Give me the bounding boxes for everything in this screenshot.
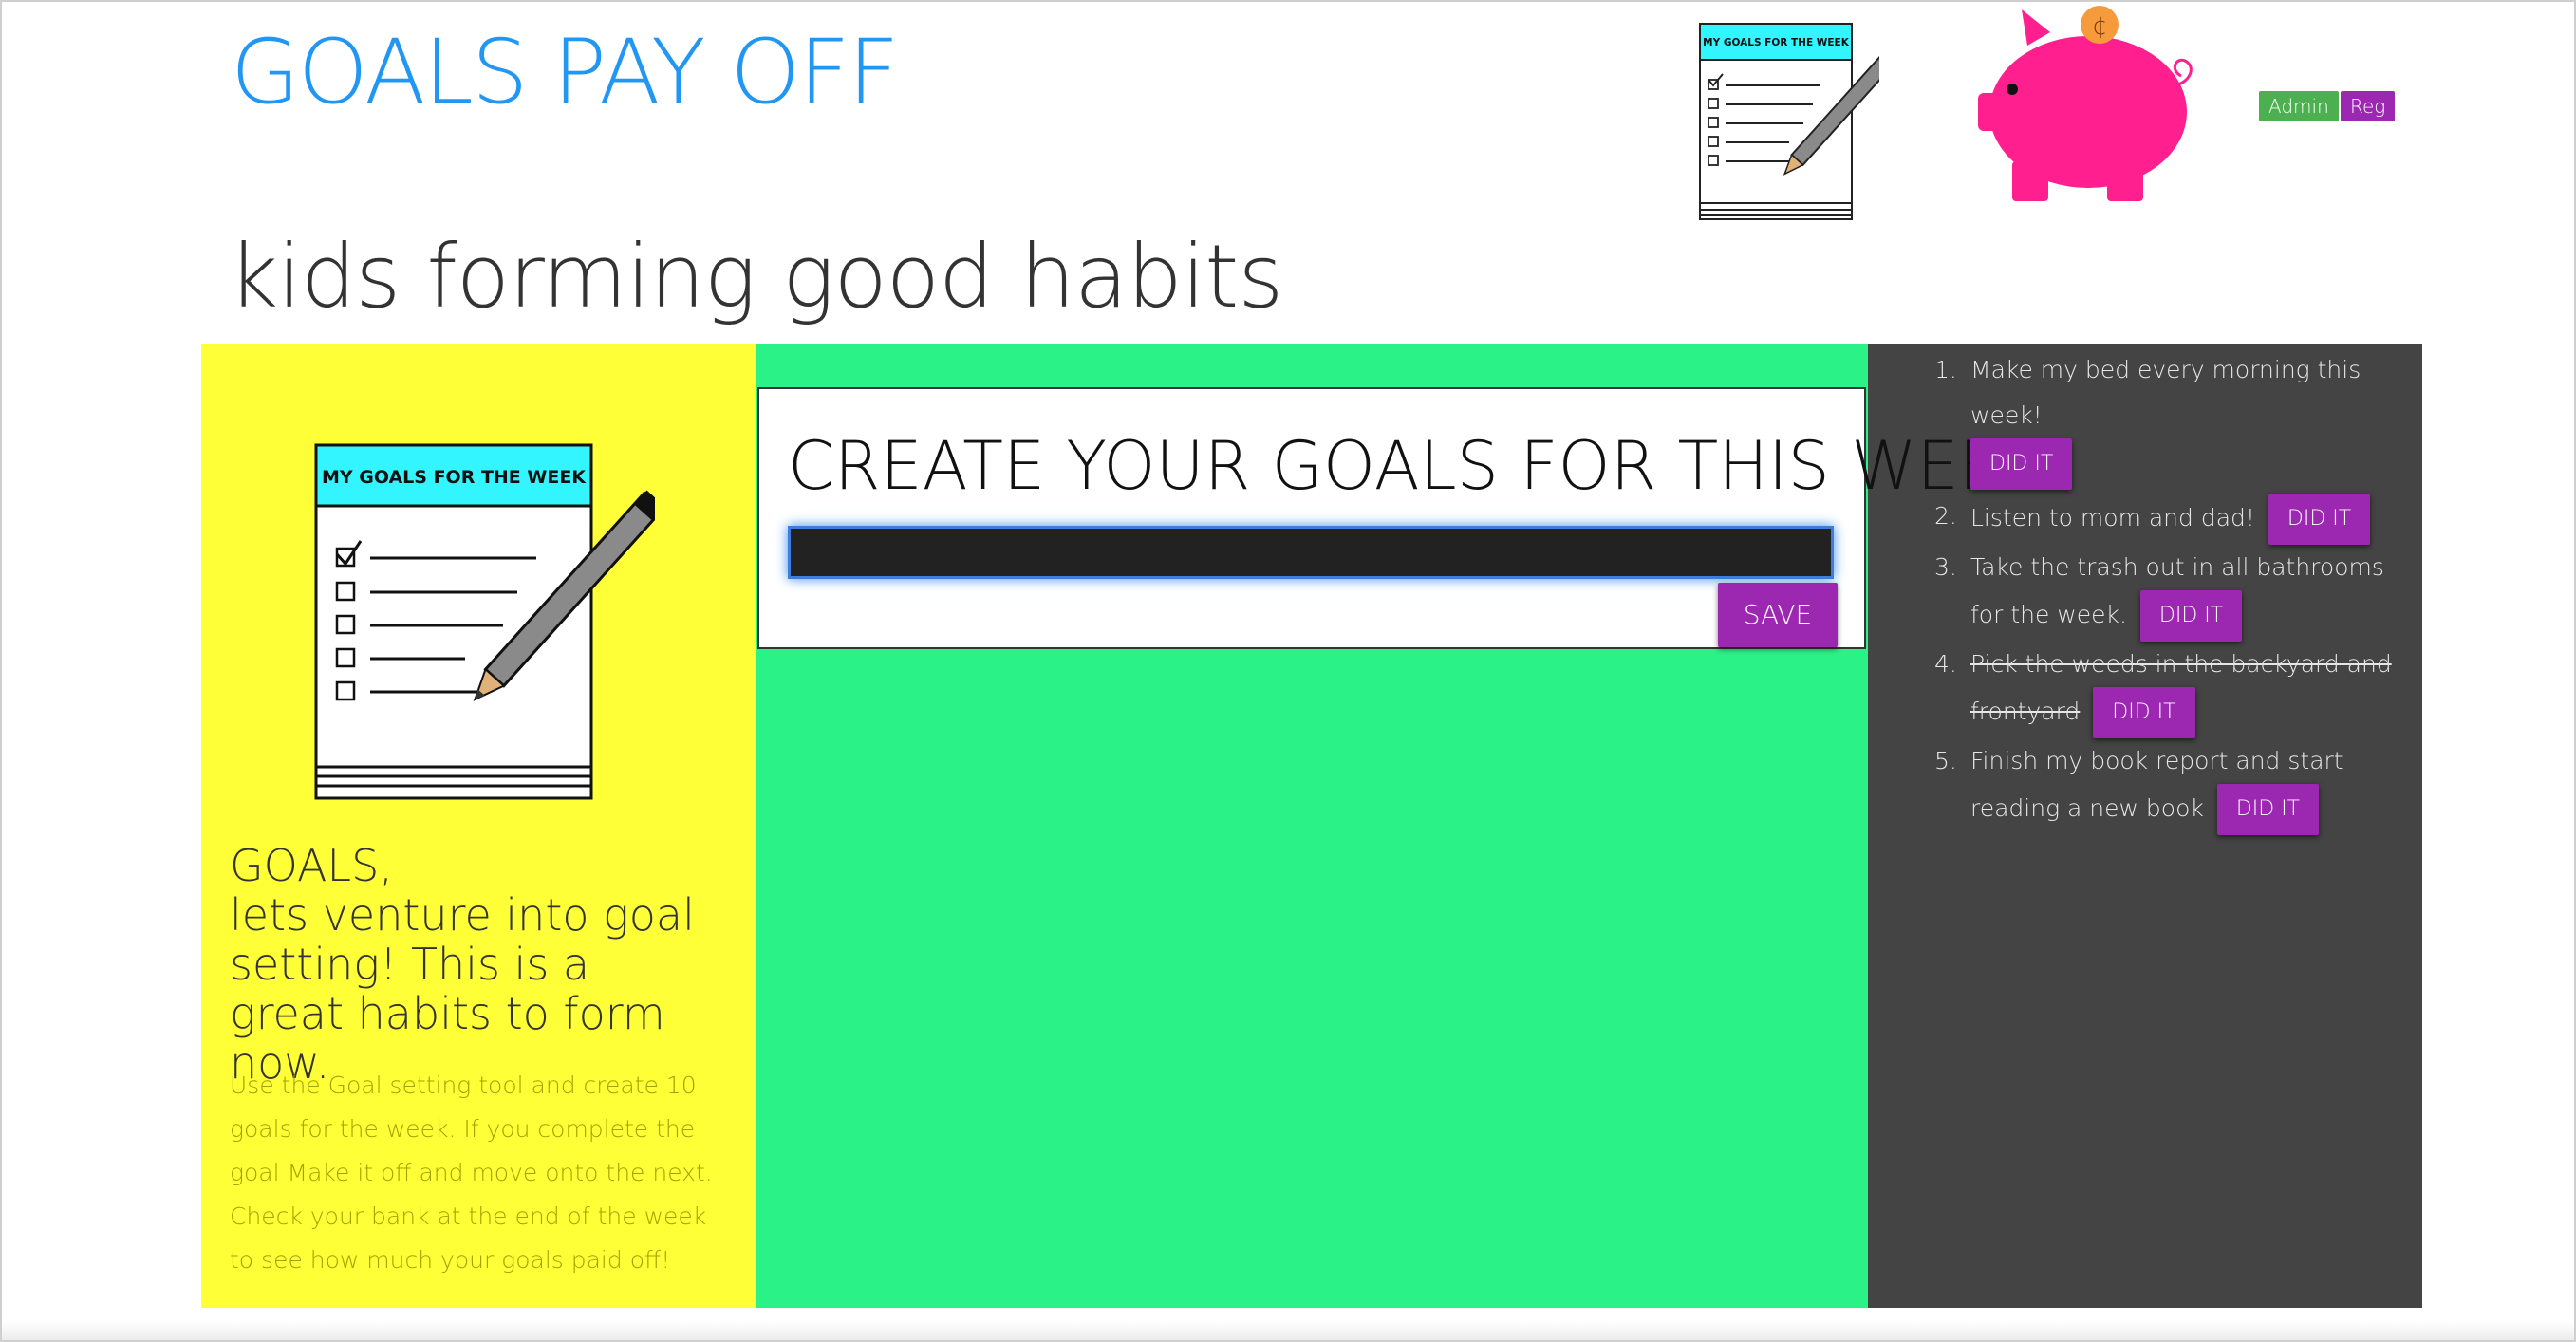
save-button[interactable]: SAVE (1718, 583, 1838, 647)
piggy-bank-icon: ¢ (1965, 0, 2202, 213)
did-it-button[interactable]: DID IT (2093, 687, 2195, 738)
notepad-label: MY GOALS FOR THE WEEK (1703, 37, 1850, 48)
goal-item: 3. Take the trash out in all bathrooms f… (1927, 545, 2401, 642)
did-it-button[interactable]: DID IT (1970, 438, 2073, 490)
goal-item: 1. Make my bed every morning this week! … (1927, 347, 2401, 494)
create-goals-card: CREATE YOUR GOALS FOR THIS WEEK SAVE (757, 387, 2044, 649)
goals-heading: GOALS, lets venture into goal setting! T… (230, 841, 704, 1088)
goals-description: Use the Goal setting tool and create 10 … (230, 1072, 713, 1274)
goal-input[interactable] (788, 526, 1834, 579)
goal-number: 2. (1934, 502, 1957, 530)
did-it-button[interactable]: DID IT (2268, 494, 2371, 545)
goal-text: Listen to mom and dad! (1970, 504, 2255, 531)
create-goals-title: CREATE YOUR GOALS FOR THIS WEEK (788, 427, 2044, 505)
goal-number: 1. (1934, 356, 1957, 383)
did-it-button[interactable]: DID IT (2216, 784, 2320, 835)
goals-heading-line1: GOALS, (230, 840, 393, 891)
goals-notepad-image: MY GOALS FOR THE WEEK (313, 442, 665, 807)
notepad-icon: MY GOALS FOR THE WEEK (1699, 23, 1901, 228)
goal-number: 4. (1934, 650, 1957, 678)
coin-symbol: ¢ (2092, 12, 2108, 41)
window-bottom-edge (2, 1321, 2574, 1340)
goal-list: 1. Make my bed every morning this week! … (1927, 347, 2401, 835)
goal-text: Make my bed every morning this week! (1970, 356, 2361, 429)
goal-item: 4. Pick the weeds in the backyard and fr… (1927, 642, 2401, 738)
goal-item: 5. Finish my book report and start readi… (1927, 738, 2401, 835)
site-title[interactable]: GOALS PAY OFF (231, 21, 899, 124)
goal-number: 5. (1934, 747, 1957, 774)
page-tagline: kids forming good habits (228, 226, 1283, 327)
goal-item: 2. Listen to mom and dad! DID IT (1927, 494, 2401, 545)
notepad-label: MY GOALS FOR THE WEEK (322, 467, 587, 488)
reg-button[interactable]: Reg (2341, 91, 2396, 121)
goals-heading-line2: lets venture into goal setting! This is … (230, 889, 695, 1089)
goal-number: 3. (1934, 553, 1957, 581)
did-it-button[interactable]: DID IT (2139, 590, 2243, 642)
admin-button[interactable]: Admin (2259, 91, 2339, 121)
